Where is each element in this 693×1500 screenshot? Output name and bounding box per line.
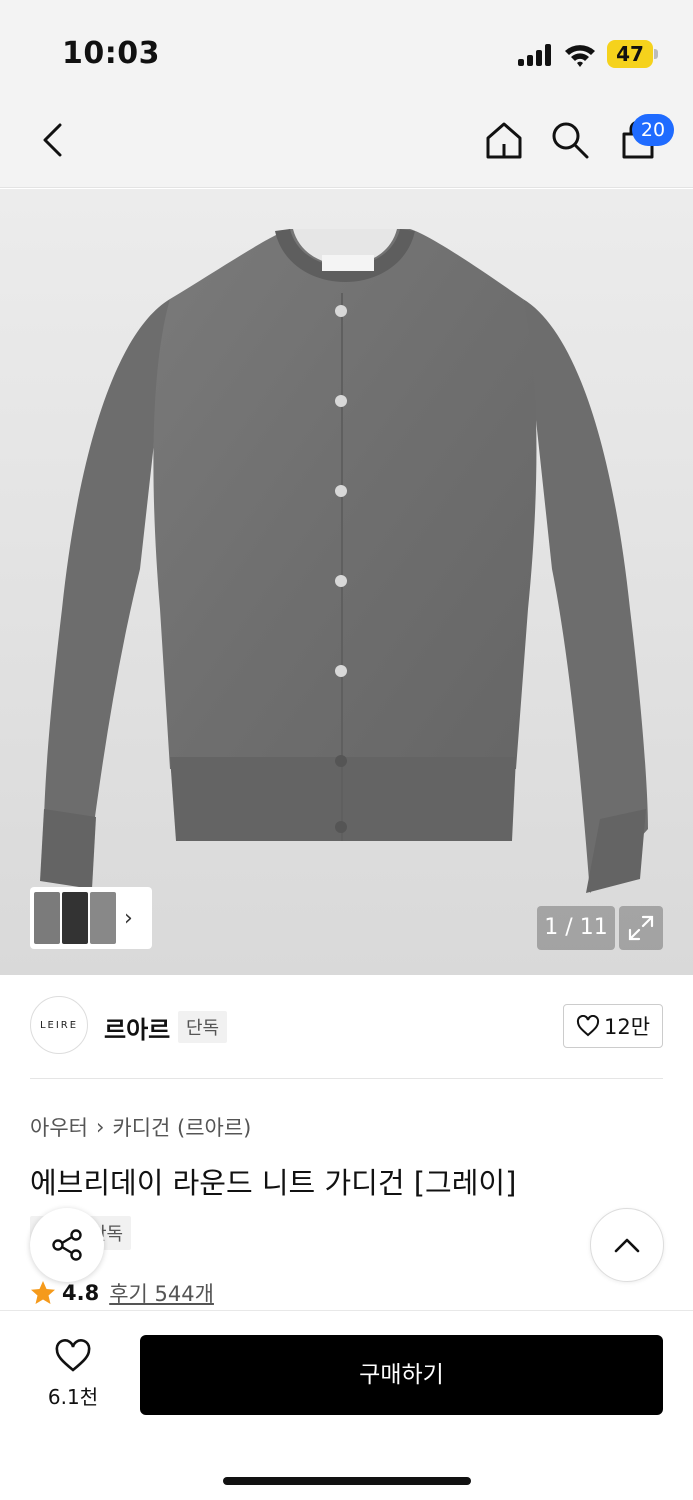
- wishlist-button[interactable]: 6.1천: [40, 1339, 106, 1410]
- home-indicator: [223, 1477, 471, 1485]
- scroll-top-button[interactable]: [590, 1208, 664, 1282]
- breadcrumb-category[interactable]: 아우터: [30, 1112, 88, 1142]
- brand-exclusive-tag: 단독: [178, 1011, 228, 1043]
- star-icon: [31, 1281, 55, 1304]
- image-page-indicator: 1 / 11: [537, 906, 615, 950]
- battery-level: 47: [607, 40, 653, 68]
- home-button[interactable]: [480, 116, 528, 164]
- status-time: 10:03: [62, 36, 160, 71]
- product-title: 에브리데이 라운드 니트 가디건 [그레이]: [30, 1166, 517, 1200]
- breadcrumb-subcategory[interactable]: 카디건 (르아르): [112, 1112, 251, 1142]
- brand-like-button[interactable]: 12만: [563, 1004, 663, 1048]
- thumbnail-gray[interactable]: [34, 892, 60, 944]
- brand-like-count: 12만: [603, 1015, 651, 1039]
- chevron-right-icon[interactable]: ›: [124, 906, 133, 931]
- share-icon: [52, 1229, 82, 1261]
- app-header: [0, 100, 693, 188]
- buy-button[interactable]: 구매하기: [140, 1335, 663, 1415]
- thumbnail-charcoal[interactable]: [90, 892, 116, 944]
- battery-icon: 47: [607, 40, 658, 68]
- search-button[interactable]: [546, 116, 594, 164]
- brand-row[interactable]: LEIRE 르아르 단독 12만: [30, 996, 663, 1058]
- image-thumbnail-strip[interactable]: ›: [30, 887, 152, 949]
- thumbnail-black[interactable]: [62, 892, 88, 944]
- share-button[interactable]: [30, 1208, 104, 1282]
- chevron-left-icon: [43, 123, 62, 157]
- status-bar: 10:03 47: [0, 0, 693, 100]
- divider: [30, 1078, 663, 1079]
- brand-name[interactable]: 르아르: [104, 1010, 170, 1045]
- product-image: [40, 229, 648, 893]
- wishlist-count: 6.1천: [47, 1385, 99, 1409]
- brand-logo[interactable]: LEIRE: [30, 996, 88, 1054]
- rating-value: 4.8: [62, 1281, 100, 1305]
- purchase-bar: 6.1천 구매하기: [0, 1310, 693, 1500]
- search-icon: [552, 122, 589, 159]
- signal-icon: [518, 44, 554, 66]
- chevron-up-icon: [614, 1238, 640, 1253]
- chevron-right-icon: ›: [95, 1115, 105, 1139]
- back-button[interactable]: [28, 116, 76, 164]
- expand-image-button[interactable]: [619, 906, 663, 950]
- review-count-link[interactable]: 후기 544개: [109, 1278, 214, 1308]
- breadcrumb: 아우터 › 카디건 (르아르): [30, 1112, 251, 1142]
- heart-icon: [55, 1339, 91, 1372]
- cart-count-badge: 20: [632, 114, 674, 146]
- expand-icon: [628, 915, 654, 941]
- home-icon: [486, 122, 522, 159]
- heart-icon: [576, 1015, 600, 1037]
- wifi-icon: [563, 42, 597, 68]
- product-image-gallery[interactable]: › 1 / 11: [0, 189, 693, 975]
- rating-row: 4.8 후기 544개: [30, 1278, 214, 1308]
